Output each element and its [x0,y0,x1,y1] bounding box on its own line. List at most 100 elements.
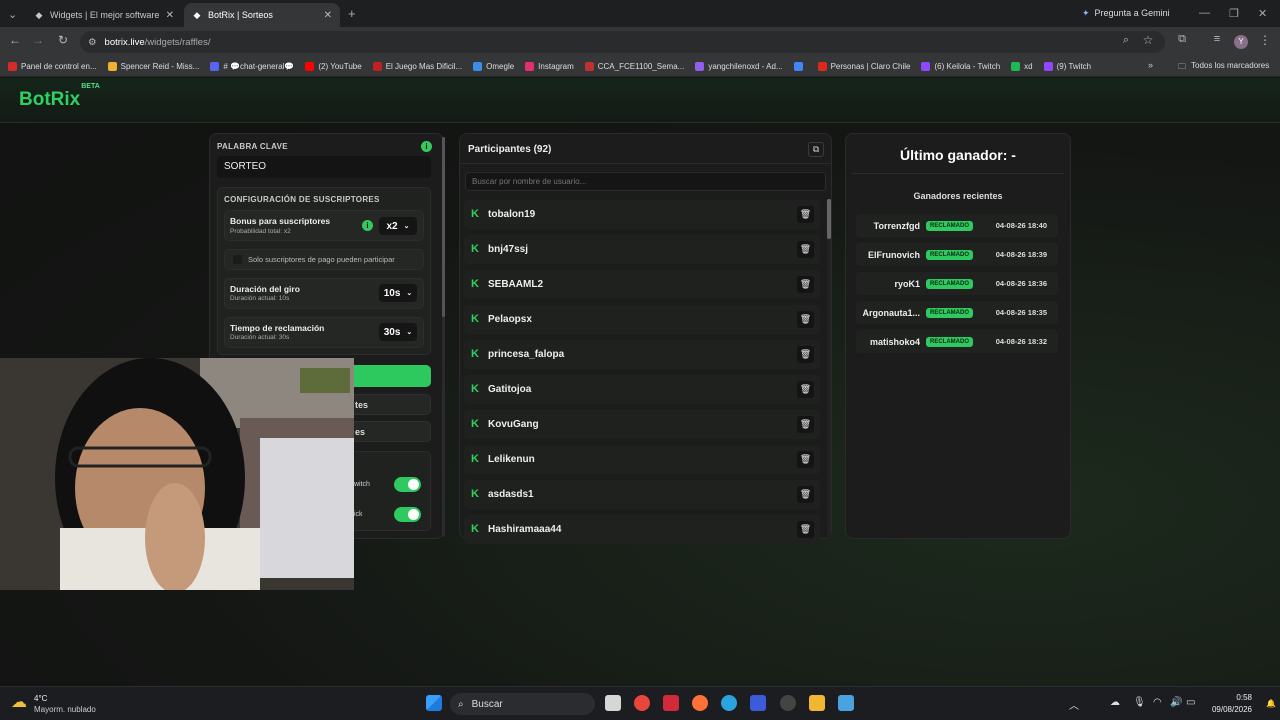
file-explorer-icon[interactable] [809,695,825,711]
trash-icon[interactable]: 🗑 [797,451,814,468]
trash-icon[interactable]: 🗑 [797,381,814,398]
bookmark-item[interactable]: (9) Twitch [1043,62,1091,71]
telegram-icon[interactable] [721,695,737,711]
participant-row[interactable]: K Lelikenun 🗑 [464,445,820,474]
cloud-icon[interactable]: ☁ [1110,697,1120,708]
chrome-icon[interactable] [634,695,650,711]
participant-row[interactable]: K Hashiramaaa44 🗑 [464,515,820,544]
participant-row[interactable]: K SEBAAML2 🗑 [464,270,820,299]
keyword-input[interactable]: SORTEO [217,156,431,178]
forward-icon[interactable]: → [29,33,47,47]
participants-scrollbar[interactable] [827,199,831,539]
bookmark-item[interactable]: yangchilenoxd - Ad... [695,62,783,71]
clock-time[interactable]: 0:58 [1210,693,1252,702]
extensions-icon[interactable]: ⧉ [1173,33,1191,46]
weather-icon[interactable]: ☁ [11,692,27,712]
tab-widgets[interactable]: ◆ Widgets | El mejor software pa ✕ [26,3,182,27]
site-info-icon[interactable]: ⚙ [88,37,97,48]
botrix-logo[interactable]: BotRixBETA [19,83,100,111]
bookmark-item[interactable]: xd [1011,62,1033,71]
volume-icon[interactable]: 🔊 [1170,697,1182,708]
kick-icon: K [471,453,479,465]
bookmark-item[interactable]: CCA_FCE1100_Sema... [584,62,684,71]
close-window-icon[interactable]: ✕ [1258,7,1267,20]
bookmark-item[interactable]: Panel de control en... [8,62,97,71]
kick-toggle[interactable] [394,507,421,522]
twitch-toggle[interactable] [394,477,421,492]
spin-value: 10s [383,287,401,299]
app-icon[interactable] [750,695,766,711]
close-icon[interactable]: ✕ [166,10,174,21]
bookmark-item[interactable]: (2) YouTube [305,62,362,71]
bonus-select[interactable]: x2 ⌄ [379,217,417,235]
participant-row[interactable]: Ktobalon19 🗑 [464,200,820,229]
trash-icon[interactable]: 🗑 [797,521,814,538]
trash-icon[interactable]: 🗑 [797,276,814,293]
app-icon[interactable] [663,695,679,711]
spin-select[interactable]: 10s ⌄ [379,284,417,302]
reload-icon[interactable]: ↻ [54,33,72,47]
trash-icon[interactable]: 🗑 [797,311,814,328]
gemini-button[interactable]: ✦ Pregunta a Gemini [1082,8,1170,19]
tray-chevron-icon[interactable]: ︿ [1069,697,1079,712]
bookmark-item[interactable]: Instagram [525,62,574,71]
more-bookmarks-icon[interactable]: » [1148,60,1153,70]
bookmark-item[interactable]: Omegle [473,62,514,71]
trash-icon[interactable]: 🗑 [797,206,814,223]
claim-select[interactable]: 30s ⌄ [379,323,417,341]
menu-icon[interactable]: ⋮ [1256,33,1274,47]
tab-sorteos[interactable]: ◆ BotRix | Sorteos ✕ [184,3,340,27]
config-scrollbar[interactable] [442,137,445,537]
bookmark-favicon-icon [921,62,931,71]
minimize-icon[interactable]: — [1199,7,1210,19]
participant-row[interactable]: Kasdasds1 🗑 [464,480,820,509]
zoom-icon[interactable]: ⌕ [1117,34,1135,47]
participant-search-input[interactable] [465,172,826,191]
info-icon[interactable]: i [362,220,373,231]
profile-avatar[interactable]: Y [1234,35,1248,49]
maximize-icon[interactable]: ❐ [1229,7,1239,20]
battery-icon[interactable]: ▭ [1186,697,1195,708]
bookmark-favicon-icon [107,62,117,71]
trash-icon[interactable]: 🗑 [797,241,814,258]
bookmark-item[interactable]: El Juego Mas Dificil... [372,62,462,71]
windows-start-icon[interactable] [426,695,442,711]
bookmark-item[interactable]: Spencer Reid - Miss... [107,62,199,71]
participant-row[interactable]: Kbnj47ssj 🗑 [464,235,820,264]
bookmark-star-icon[interactable]: ☆ [1139,33,1157,47]
winner-date: 04-08-26 18:35 [995,308,1047,317]
trash-icon[interactable]: 🗑 [797,346,814,363]
participant-row[interactable]: K KovuGang 🗑 [464,410,820,439]
participant-row[interactable]: K Pelaopsx 🗑 [464,305,820,334]
participant-row[interactable]: K Gatitojoa 🗑 [464,375,820,404]
mic-icon[interactable]: 🎙 [1133,697,1146,708]
bookmark-item[interactable]: # 💬chat-general💬 [210,62,294,71]
info-icon[interactable]: i [421,141,432,152]
tab-search-icon[interactable]: ⌄ [8,8,17,21]
clock-date[interactable]: 09/08/2026 [1200,705,1252,714]
bookmark-item[interactable]: (6) Keilola - Twitch [921,62,1000,71]
bookmark-item[interactable] [793,62,807,71]
firefox-icon[interactable] [692,695,708,711]
paid-only-checkbox[interactable] [233,255,242,264]
bookmark-item[interactable]: Personas | Claro Chile [817,62,910,71]
address-bar[interactable]: ⚙ botrix.live/widgets/raffles/ [80,31,1165,53]
paid-only-row[interactable]: Solo suscriptores de pago pueden partici… [224,249,424,270]
all-bookmarks-button[interactable]: 🗀 Todos los marcadores [1178,61,1269,75]
participant-row[interactable]: Kprincesa_falopa 🗑 [464,340,820,369]
new-tab-icon[interactable]: + [348,6,356,21]
task-view-icon[interactable] [605,695,621,711]
trash-icon[interactable]: 🗑 [797,416,814,433]
copy-icon[interactable]: ⧉ [808,142,824,157]
taskbar-search[interactable]: ⌕ Buscar [450,693,595,715]
wifi-icon[interactable]: ◠ [1153,697,1162,708]
notification-icon[interactable]: 🔔 [1266,699,1276,708]
trash-icon[interactable]: 🗑 [797,486,814,503]
search-icon: ⌕ [458,698,464,710]
media-icon[interactable]: ≡ [1208,33,1226,45]
close-icon[interactable]: ✕ [324,10,332,21]
app-icon[interactable] [780,695,796,711]
back-icon[interactable]: ← [6,33,24,47]
app-icon[interactable] [838,695,854,711]
winner-name: matishoko4 [869,336,920,347]
